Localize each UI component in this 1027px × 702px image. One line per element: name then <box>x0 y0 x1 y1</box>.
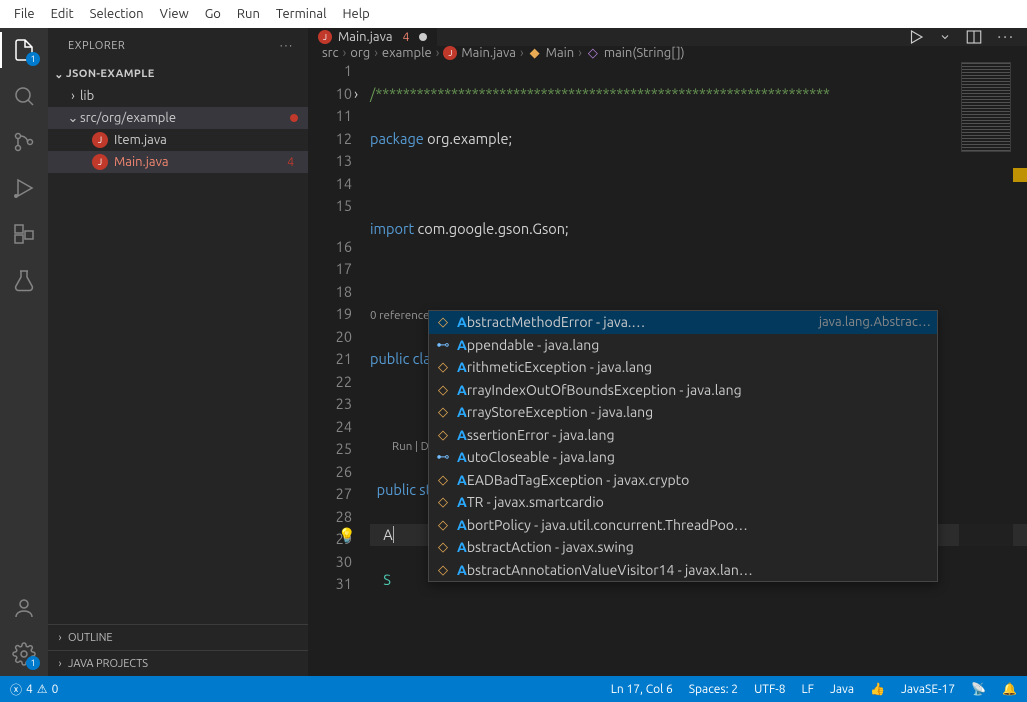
run-icon[interactable] <box>907 28 925 46</box>
explorer-badge: 1 <box>26 52 40 66</box>
activity-search-icon[interactable] <box>12 84 36 108</box>
java-file-icon: J <box>92 132 108 148</box>
breadcrumb-file[interactable]: Main.java <box>461 46 516 60</box>
file-error-count: 4 <box>287 156 294 169</box>
line-number-gutter: 1101112131415161718192021222324252627282… <box>308 60 370 702</box>
lightbulb-icon[interactable]: 💡 <box>338 524 355 547</box>
project-root[interactable]: ⌄JSON-EXAMPLE <box>48 63 308 85</box>
suggest-item[interactable]: ◇ArrayIndexOutOfBoundsException - java.l… <box>429 379 937 402</box>
suggest-item[interactable]: ◇AEADBadTagException - javax.crypto <box>429 469 937 492</box>
breadcrumb-method[interactable]: main(String[]) <box>604 46 685 60</box>
java-file-icon: J <box>92 154 108 170</box>
menu-terminal[interactable]: Terminal <box>268 4 335 24</box>
activity-explorer-icon[interactable]: 1 <box>12 38 36 62</box>
suggest-item[interactable]: ◇AbstractMethodError - java.…java.lang.A… <box>429 311 937 334</box>
settings-badge: 1 <box>26 656 40 670</box>
editor-group: J Main.java 4 ··· src› org› example› J M… <box>308 28 1027 676</box>
outline-section[interactable]: ›OUTLINE <box>48 624 308 650</box>
suggest-item[interactable]: ◇ArithmeticException - java.lang <box>429 356 937 379</box>
menubar[interactable]: File Edit Selection View Go Run Terminal… <box>0 0 1027 28</box>
sidebar: EXPLORER ··· ⌄JSON-EXAMPLE ›lib ⌄ src / … <box>48 28 308 676</box>
menu-view[interactable]: View <box>152 4 197 24</box>
breadcrumb-seg[interactable]: example <box>382 46 432 60</box>
suggest-item[interactable]: ⊷Appendable - java.lang <box>429 334 937 357</box>
java-file-icon: J <box>443 46 457 60</box>
file-main-java[interactable]: J Main.java 4 <box>48 151 308 173</box>
overview-warning-marker <box>1013 168 1027 182</box>
activity-settings-icon[interactable]: 1 <box>12 642 36 666</box>
file-item-java[interactable]: J Item.java <box>48 129 308 151</box>
suggest-item[interactable]: ◇AssertionError - java.lang <box>429 424 937 447</box>
breadcrumb-seg[interactable]: org <box>350 46 370 60</box>
breadcrumb-seg[interactable]: src <box>322 46 339 60</box>
warning-icon: ⚠ <box>37 682 48 696</box>
minimap[interactable] <box>959 60 1013 620</box>
activity-testing-icon[interactable] <box>12 268 36 292</box>
breadcrumb-class[interactable]: Main <box>546 46 575 60</box>
java-projects-section[interactable]: ›JAVA PROJECTS <box>48 650 308 676</box>
error-icon: ⓧ <box>10 681 22 698</box>
suggest-item[interactable]: ⊷AutoCloseable - java.lang <box>429 446 937 469</box>
java-file-icon: J <box>318 30 332 44</box>
menu-run[interactable]: Run <box>229 4 268 24</box>
chevron-down-icon[interactable] <box>939 31 951 43</box>
menu-file[interactable]: File <box>6 4 43 24</box>
tab-error-badge: 4 <box>403 31 410 44</box>
suggest-item[interactable]: ◇ATR - javax.smartcardio <box>429 491 937 514</box>
activity-account-icon[interactable] <box>12 596 36 620</box>
menu-edit[interactable]: Edit <box>43 4 82 24</box>
folder-src-org-example[interactable]: ⌄ src / org / example <box>48 107 308 129</box>
menu-selection[interactable]: Selection <box>82 4 152 24</box>
activitybar: 1 1 <box>0 28 48 676</box>
split-editor-icon[interactable] <box>965 28 983 46</box>
suggest-item[interactable]: ◇AbstractAction - javax.swing <box>429 536 937 559</box>
class-icon: ◆ <box>528 46 542 60</box>
tab-label: Main.java <box>338 30 393 44</box>
breadcrumb[interactable]: src› org› example› J Main.java› ◆ Main› … <box>308 46 1027 60</box>
folder-lib[interactable]: ›lib <box>48 85 308 107</box>
editor-actions: ··· <box>907 28 1027 46</box>
sidebar-more-icon[interactable]: ··· <box>280 40 294 52</box>
activity-debug-icon[interactable] <box>12 176 36 200</box>
sidebar-title: EXPLORER <box>68 40 125 52</box>
editor-tabs: J Main.java 4 ··· <box>308 28 1027 46</box>
suggest-item[interactable]: ◇AbortPolicy - java.util.concurrent.Thre… <box>429 514 937 537</box>
suggest-widget[interactable]: ◇AbstractMethodError - java.…java.lang.A… <box>428 310 938 582</box>
editor-more-icon[interactable]: ··· <box>997 28 1015 46</box>
folder-dirty-indicator <box>290 114 298 122</box>
status-errors[interactable]: ⓧ4 ⚠0 <box>10 681 58 698</box>
activity-scm-icon[interactable] <box>12 130 36 154</box>
method-icon: ◇ <box>586 46 600 60</box>
tab-main-java[interactable]: J Main.java 4 <box>308 28 438 46</box>
activity-extensions-icon[interactable] <box>12 222 36 246</box>
tab-modified-indicator <box>419 33 427 41</box>
code-editor[interactable]: 1101112131415161718192021222324252627282… <box>308 60 1027 702</box>
suggest-item[interactable]: ◇ArrayStoreException - java.lang <box>429 401 937 424</box>
menu-go[interactable]: Go <box>197 4 229 24</box>
menu-help[interactable]: Help <box>334 4 377 24</box>
suggest-item[interactable]: ◇AbstractAnnotationValueVisitor14 - java… <box>429 559 937 582</box>
